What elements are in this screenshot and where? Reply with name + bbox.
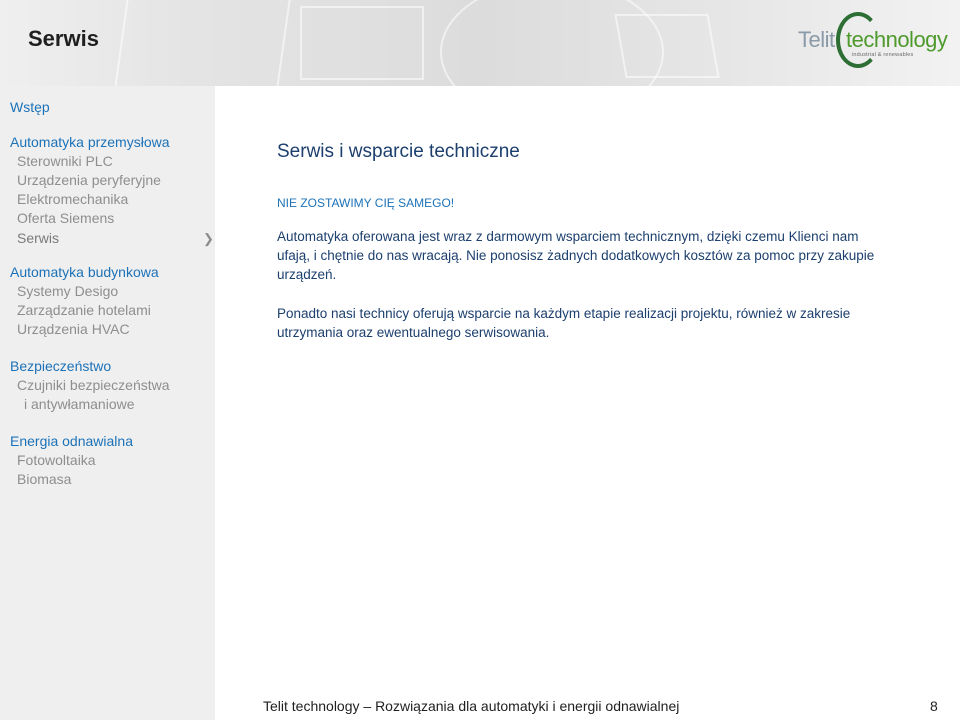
sidebar-group-building-automation[interactable]: Automatyka budynkowa xyxy=(10,264,159,280)
header-banner: Serwis Telit technology industrial & ren… xyxy=(0,0,960,86)
sidebar-group-intro[interactable]: Wstęp xyxy=(10,99,50,115)
body-paragraph: Automatyka oferowana jest wraz z darmowy… xyxy=(277,229,875,282)
logo-accent: technology xyxy=(846,27,948,52)
sidebar-item-electromechanics[interactable]: Elektromechanika xyxy=(17,191,128,207)
sidebar-item-security-sensors-cont[interactable]: i antywłamaniowe xyxy=(24,396,135,412)
sidebar: Wstęp Automatyka przemysłowa Sterowniki … xyxy=(0,86,215,720)
header-background-shape xyxy=(614,14,720,78)
section-title: Serwis i wsparcie techniczne xyxy=(277,141,520,162)
chevron-right-icon: ❯ xyxy=(203,231,214,246)
sidebar-item-siemens[interactable]: Oferta Siemens xyxy=(17,210,114,226)
sidebar-item-biomass[interactable]: Biomasa xyxy=(17,471,71,487)
page-title: Serwis xyxy=(28,26,99,51)
sidebar-item-plc[interactable]: Sterowniki PLC xyxy=(17,153,113,169)
footer-text: Telit technology – Rozwiązania dla autom… xyxy=(263,698,680,714)
page-number: 8 xyxy=(930,698,938,714)
header-background-shape xyxy=(111,0,293,86)
logo-tagline: industrial & renewables xyxy=(852,52,914,58)
sidebar-item-security-sensors[interactable]: Czujniki bezpieczeństwa xyxy=(17,377,170,393)
sidebar-group-industrial-automation[interactable]: Automatyka przemysłowa xyxy=(10,134,170,150)
sidebar-item-hvac[interactable]: Urządzenia HVAC xyxy=(17,321,130,337)
sidebar-group-security[interactable]: Bezpieczeństwo xyxy=(10,358,111,374)
logo-name: Telit xyxy=(798,27,835,52)
sidebar-item-service[interactable]: Serwis xyxy=(17,230,59,246)
sidebar-item-peripherals[interactable]: Urządzenia peryferyjne xyxy=(17,172,161,188)
sidebar-item-photovoltaics[interactable]: Fotowoltaika xyxy=(17,452,96,468)
section-subheading: NIE ZOSTAWIMY CIĘ SAMEGO! xyxy=(277,196,455,210)
sidebar-item-hotel-management[interactable]: Zarządzanie hotelami xyxy=(17,302,151,318)
sidebar-item-desigo[interactable]: Systemy Desigo xyxy=(17,283,118,299)
company-logo[interactable]: Telit technology industrial & renewables xyxy=(796,10,948,72)
header-background-shape xyxy=(300,6,424,80)
sidebar-group-renewable-energy[interactable]: Energia odnawialna xyxy=(10,433,133,449)
body-paragraph: Ponadto nasi technicy oferują wsparcie n… xyxy=(277,306,851,340)
